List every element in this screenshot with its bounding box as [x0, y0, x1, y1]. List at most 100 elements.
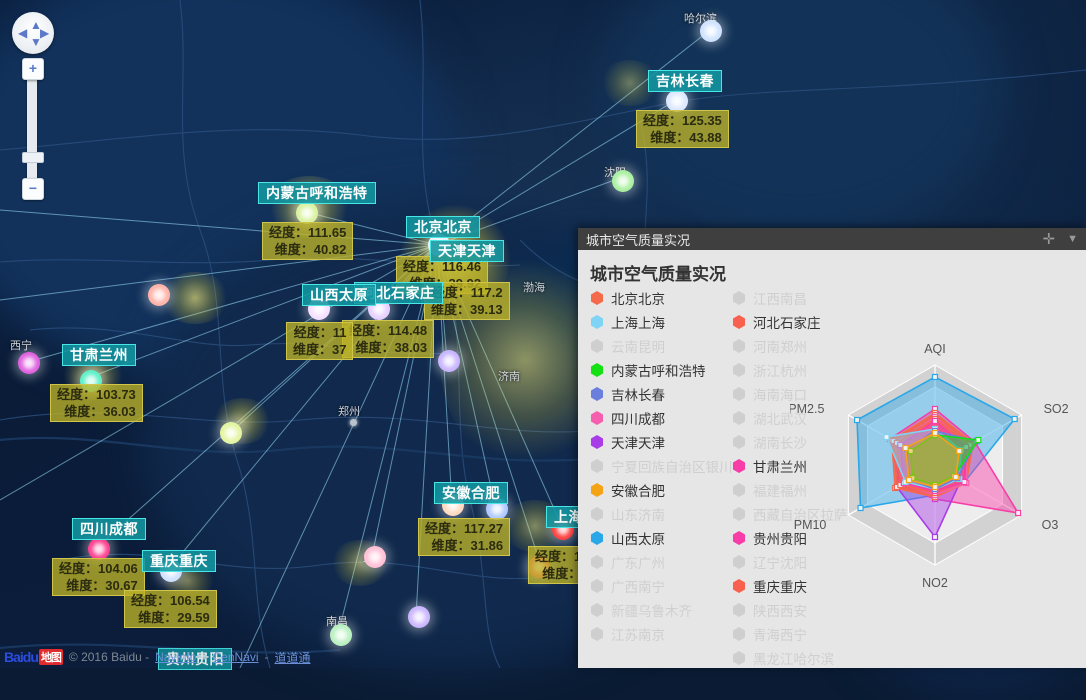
- map-place-dot: [350, 419, 357, 426]
- panel-header[interactable]: 城市空气质量实况 ✛ ▼: [578, 228, 1086, 250]
- app-root: 哈尔滨 沈阳 渤海 郑州 西宁 武汉 南京 南昌 济南 内蒙古呼: [0, 0, 1086, 668]
- legend-hexagon-icon: [590, 363, 604, 377]
- resize-icon[interactable]: ✛: [1043, 230, 1056, 248]
- city-marker-xian[interactable]: [220, 422, 242, 444]
- legend-item[interactable]: 青海西宁: [732, 622, 882, 646]
- city-label[interactable]: 甘肃兰州: [62, 344, 136, 366]
- legend-item-label: 广西南宁: [611, 576, 665, 596]
- radar-axis-label: AQI: [924, 342, 946, 356]
- legend-item-label: 吉林长春: [611, 384, 665, 404]
- coord-tooltip: 经度：111.65 维度：40.82: [262, 222, 353, 260]
- lat-label: 维度：: [432, 538, 471, 553]
- legend-item[interactable]: 宁夏回族自治区银川: [590, 454, 740, 478]
- legend-hexagon-icon: [590, 435, 604, 449]
- legend-item-label: 广东广州: [611, 552, 665, 572]
- lon-value: 111.65: [308, 225, 346, 240]
- pan-left-icon[interactable]: ◀: [18, 27, 27, 39]
- city-marker-changchun-north[interactable]: [700, 20, 722, 42]
- legend-item-label: 上海上海: [611, 312, 665, 332]
- legend-item[interactable]: 云南昆明: [590, 334, 740, 358]
- city-marker-huhehaote[interactable]: [296, 202, 318, 224]
- legend-item[interactable]: 北京北京: [590, 286, 740, 310]
- city-label[interactable]: 天津天津: [430, 240, 504, 262]
- link-daodaotong[interactable]: 道道通: [275, 649, 311, 666]
- baidu-logo[interactable]: Baidu 地图: [4, 649, 63, 665]
- chevron-down-icon[interactable]: ▼: [1067, 233, 1078, 245]
- legend-item[interactable]: 四川成都: [590, 406, 740, 430]
- city-label[interactable]: 四川成都: [72, 518, 146, 540]
- legend-hexagon-icon: [732, 291, 746, 305]
- lat-value: 43.88: [689, 130, 722, 145]
- legend-hexagon-icon: [732, 651, 746, 665]
- legend-item[interactable]: 广西南宁: [590, 574, 740, 598]
- coord-tooltip: 经度：11 维度：37: [286, 322, 353, 360]
- lat-label: 维度：: [275, 242, 314, 257]
- panel-header-tools: ✛ ▼: [1043, 230, 1078, 248]
- lat-value: 38.03: [395, 340, 428, 355]
- legend-item[interactable]: 江苏南京: [590, 622, 740, 646]
- city-label[interactable]: 吉林长春: [648, 70, 722, 92]
- city-marker-xining[interactable]: [18, 352, 40, 374]
- baidu-logo-badge: 地图: [39, 649, 63, 665]
- lat-value: 31.86: [471, 538, 504, 553]
- city-marker-jilin[interactable]: [666, 90, 688, 112]
- legend-item[interactable]: 内蒙古呼和浩特: [590, 358, 740, 382]
- legend-item-label: 山西太原: [611, 528, 665, 548]
- zoom-in-button[interactable]: +: [22, 58, 44, 80]
- city-marker-wuhan[interactable]: [364, 546, 386, 568]
- legend-item[interactable]: 江西南昌: [732, 286, 882, 310]
- map-place-label: 济南: [498, 368, 520, 384]
- legend-column-left: 北京北京上海上海云南昆明内蒙古呼和浩特吉林长春四川成都天津天津宁夏回族自治区银川…: [590, 286, 740, 646]
- city-label[interactable]: 北京北京: [406, 216, 480, 238]
- lon-label: 经度：: [294, 325, 333, 340]
- legend-item[interactable]: 上海上海: [590, 310, 740, 334]
- legend-item-label: 安徽合肥: [611, 480, 665, 500]
- lon-label: 经度：: [131, 593, 170, 608]
- legend-hexagon-icon: [732, 435, 746, 449]
- legend-hexagon-icon: [732, 603, 746, 617]
- baidu-logo-text: Baidu: [4, 649, 38, 665]
- pan-control[interactable]: ▲ ▼ ◀ ▶: [12, 12, 54, 54]
- legend-item[interactable]: 陕西西安: [732, 598, 882, 622]
- legend-item[interactable]: 天津天津: [590, 430, 740, 454]
- zoom-slider-thumb[interactable]: [22, 152, 44, 163]
- legend-item[interactable]: 黑龙江哈尔滨: [732, 646, 882, 670]
- lon-value: 104.06: [98, 561, 138, 576]
- city-marker-jinan[interactable]: [438, 350, 460, 372]
- city-marker-guiyang[interactable]: [330, 624, 352, 646]
- legend-item[interactable]: 新疆乌鲁木齐: [590, 598, 740, 622]
- legend-hexagon-icon: [590, 459, 604, 473]
- legend-item-label: 云南昆明: [611, 336, 665, 356]
- legend-hexagon-icon: [732, 483, 746, 497]
- legend-item[interactable]: 广东广州: [590, 550, 740, 574]
- lon-value: 117.2: [471, 285, 503, 300]
- legend-item[interactable]: 山东济南: [590, 502, 740, 526]
- legend-hexagon-icon: [732, 459, 746, 473]
- city-marker-nanchang[interactable]: [408, 606, 430, 628]
- legend-item-label: 江西南昌: [753, 288, 807, 308]
- city-marker-yinchuan[interactable]: [148, 284, 170, 306]
- legend-item-label: 山东济南: [611, 504, 665, 524]
- coord-tooltip: 经度：125.35 维度：43.88: [636, 110, 729, 148]
- legend-item[interactable]: 山西太原: [590, 526, 740, 550]
- city-label[interactable]: 内蒙古呼和浩特: [258, 182, 376, 204]
- city-label[interactable]: 山西太原: [302, 284, 376, 306]
- link-cennavi[interactable]: CenNavi: [212, 650, 258, 664]
- radar-axis-label: PM2.5: [790, 402, 824, 416]
- lon-label: 经度：: [59, 561, 98, 576]
- legend-item[interactable]: 安徽合肥: [590, 478, 740, 502]
- air-quality-panel: 城市空气质量实况 ✛ ▼ 城市空气质量实况 北京北京上海上海云南昆明内蒙古呼和浩…: [578, 228, 1086, 668]
- legend-hexagon-icon: [590, 603, 604, 617]
- city-marker-chengdu[interactable]: [88, 538, 110, 560]
- legend-hexagon-icon: [590, 627, 604, 641]
- zoom-out-button[interactable]: −: [22, 178, 44, 200]
- lat-label: 维度：: [542, 566, 581, 581]
- city-label[interactable]: 重庆重庆: [142, 550, 216, 572]
- city-label[interactable]: 安徽合肥: [434, 482, 508, 504]
- link-navinfo[interactable]: NavInfo: [155, 650, 196, 664]
- pan-right-icon[interactable]: ▶: [40, 27, 49, 39]
- city-marker-shenyang[interactable]: [612, 170, 634, 192]
- lon-label: 经度：: [643, 113, 682, 128]
- legend-item-label: 江苏南京: [611, 624, 665, 644]
- legend-item[interactable]: 吉林长春: [590, 382, 740, 406]
